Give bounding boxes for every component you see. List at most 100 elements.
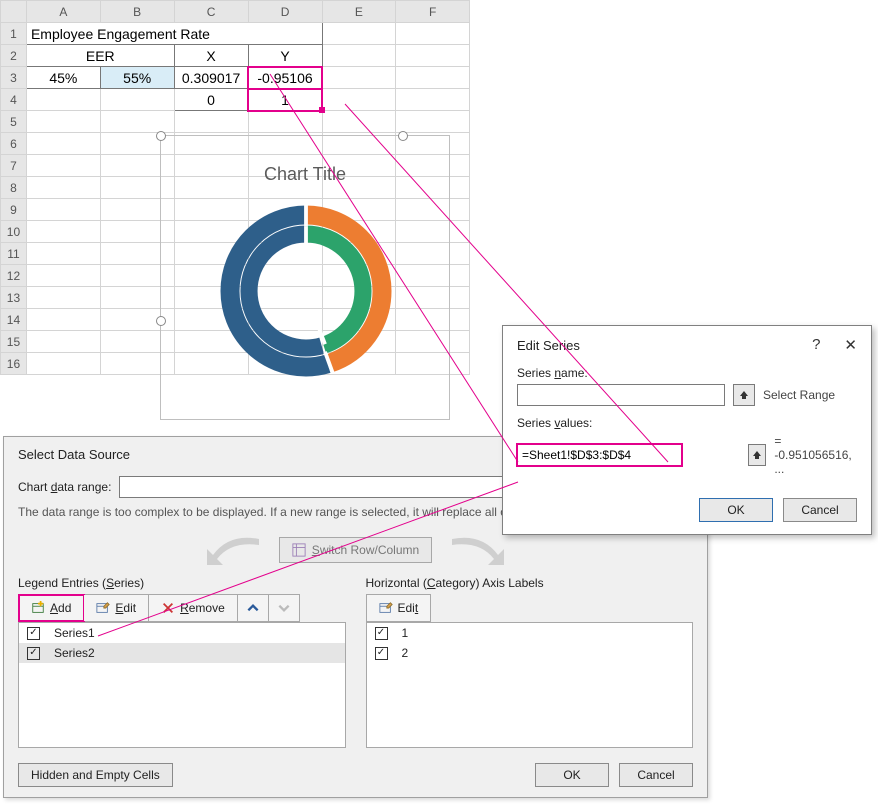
row-header-1[interactable]: 1 [1, 23, 27, 45]
chevron-down-icon [277, 601, 291, 615]
edit-series-button[interactable]: Edit [84, 595, 149, 621]
series-values-hint: = -0.951056516, ... [774, 434, 857, 476]
col-header-F[interactable]: F [396, 1, 470, 23]
edit-icon [96, 601, 110, 615]
series-row[interactable]: ✓ Series2 [19, 643, 345, 663]
row-header-11[interactable]: 11 [1, 243, 27, 265]
chart-resize-handle[interactable] [156, 131, 166, 141]
remove-icon [161, 601, 175, 615]
series-toolbar: Add Edit Remove [18, 594, 300, 622]
series-name-input[interactable] [517, 384, 725, 406]
help-icon[interactable]: ? [812, 336, 820, 354]
cell-B4[interactable] [100, 89, 174, 111]
cell-D2[interactable]: Y [248, 45, 322, 67]
cell-A3[interactable]: 45% [26, 67, 100, 89]
edit-categories-button[interactable]: Edit [367, 595, 431, 621]
cancel-button[interactable]: Cancel [619, 763, 693, 787]
col-header-E[interactable]: E [322, 1, 396, 23]
remove-label: Remove [180, 601, 225, 615]
category-checkbox[interactable]: ✓ [375, 627, 388, 640]
col-header-B[interactable]: B [100, 1, 174, 23]
edit-series-title: Edit Series [517, 338, 580, 353]
cell-C2[interactable]: X [174, 45, 248, 67]
cell-F3[interactable] [396, 67, 470, 89]
series-values-label: Series values: [517, 416, 857, 430]
edit-icon [379, 601, 393, 615]
row-header-13[interactable]: 13 [1, 287, 27, 309]
cell-A2B2[interactable]: EER [26, 45, 174, 67]
cell-B3[interactable]: 55% [100, 67, 174, 89]
cell-E4[interactable] [322, 89, 396, 111]
category-checkbox[interactable]: ✓ [375, 647, 388, 660]
row-header-15[interactable]: 15 [1, 331, 27, 353]
series-checkbox[interactable]: ✓ [27, 627, 40, 640]
row-header-3[interactable]: 3 [1, 67, 27, 89]
swap-arrow-left-icon [199, 533, 269, 567]
series-listbox[interactable]: ✓ Series1 ✓ Series2 [18, 622, 346, 748]
series-row[interactable]: ✓ Series1 [19, 623, 345, 643]
cell-A4[interactable] [26, 89, 100, 111]
row-header-6[interactable]: 6 [1, 133, 27, 155]
row-header-16[interactable]: 16 [1, 353, 27, 375]
series-checkbox[interactable]: ✓ [27, 647, 40, 660]
select-all-corner[interactable] [1, 1, 27, 23]
chart-resize-handle[interactable] [398, 131, 408, 141]
legend-entries-header: Legend Entries (Series) [18, 576, 346, 590]
switch-label: Switch Row/Column [312, 543, 419, 557]
cell-F2[interactable] [396, 45, 470, 67]
ok-button[interactable]: OK [699, 498, 773, 522]
chart-resize-handle[interactable] [156, 316, 166, 326]
row-header-4[interactable]: 4 [1, 89, 27, 111]
cell-F1[interactable] [396, 23, 470, 45]
row-header-14[interactable]: 14 [1, 309, 27, 331]
row-header-12[interactable]: 12 [1, 265, 27, 287]
donut-chart[interactable] [211, 196, 401, 386]
cell-D4[interactable]: 1 [248, 89, 322, 111]
category-row[interactable]: ✓ 2 [367, 643, 693, 663]
row-header-9[interactable]: 9 [1, 199, 27, 221]
cell-F4[interactable] [396, 89, 470, 111]
move-up-button[interactable] [238, 595, 269, 621]
category-name: 2 [402, 646, 409, 660]
series-name-label: Series name: [517, 366, 857, 380]
switch-row-column-button: Switch Row/Column [279, 537, 432, 563]
category-axis-header: Horizontal (Category) Axis Labels [366, 576, 694, 590]
cell-E2[interactable] [322, 45, 396, 67]
collapse-dialog-icon [738, 389, 750, 401]
series-values-input[interactable] [517, 444, 682, 466]
categories-listbox[interactable]: ✓ 1 ✓ 2 [366, 622, 694, 748]
category-row[interactable]: ✓ 1 [367, 623, 693, 643]
cancel-button[interactable]: Cancel [783, 498, 857, 522]
series-name-hint: Select Range [763, 388, 835, 402]
swap-arrow-right-icon [442, 533, 512, 567]
row-header-5[interactable]: 5 [1, 111, 27, 133]
cell-E1[interactable] [322, 23, 396, 45]
cell-C3[interactable]: 0.309017 [174, 67, 248, 89]
close-icon[interactable]: ✕ [844, 336, 857, 354]
embedded-chart[interactable]: Chart Title [160, 135, 450, 420]
ok-button[interactable]: OK [535, 763, 609, 787]
row-header-7[interactable]: 7 [1, 155, 27, 177]
add-label: Add [50, 601, 71, 615]
col-header-C[interactable]: C [174, 1, 248, 23]
remove-series-button[interactable]: Remove [149, 595, 238, 621]
row-header-2[interactable]: 2 [1, 45, 27, 67]
add-series-button[interactable]: Add [19, 595, 84, 621]
row-header-10[interactable]: 10 [1, 221, 27, 243]
category-name: 1 [402, 626, 409, 640]
chart-title[interactable]: Chart Title [161, 164, 449, 185]
hidden-empty-cells-button[interactable]: Hidden and Empty Cells [18, 763, 173, 787]
row-header-8[interactable]: 8 [1, 177, 27, 199]
hidden-empty-label: Hidden and Empty Cells [31, 768, 160, 782]
col-header-D[interactable]: D [248, 1, 322, 23]
chevron-up-icon [246, 601, 260, 615]
cell-D3[interactable]: -0.95106 [248, 67, 322, 89]
range-picker-button[interactable] [733, 384, 755, 406]
cell-A1[interactable]: Employee Engagement Rate [26, 23, 322, 45]
cell-E3[interactable] [322, 67, 396, 89]
edit-label: Edit [115, 601, 136, 615]
col-header-A[interactable]: A [26, 1, 100, 23]
cell-C4[interactable]: 0 [174, 89, 248, 111]
range-picker-button[interactable] [748, 444, 766, 466]
collapse-dialog-icon [751, 449, 763, 461]
